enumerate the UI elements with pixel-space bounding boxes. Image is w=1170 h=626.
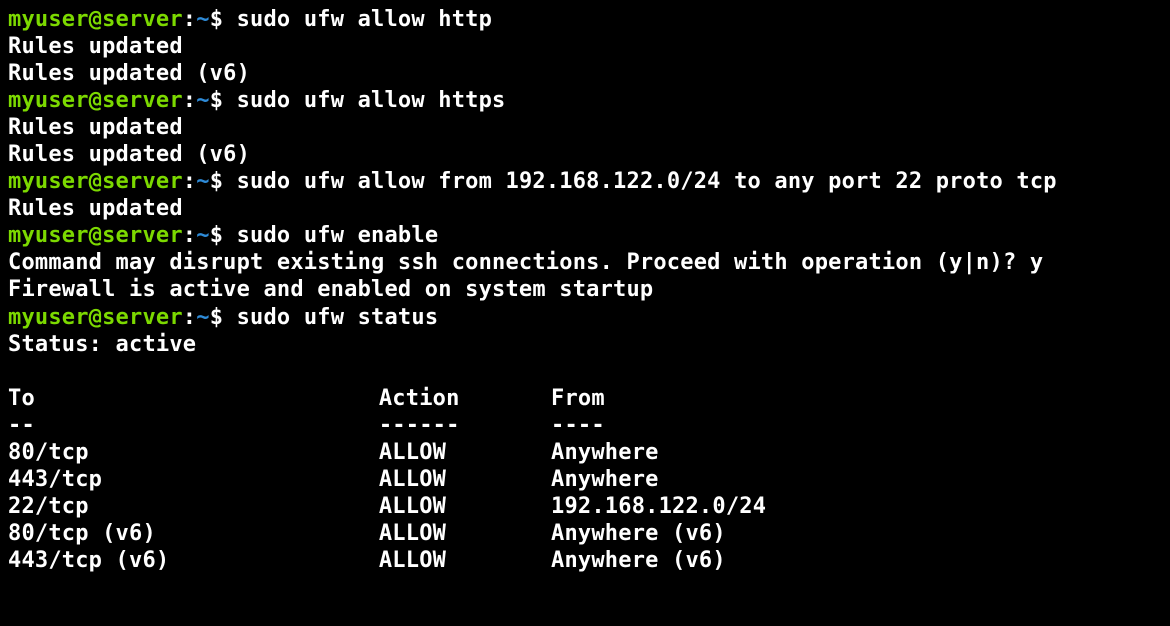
output-line: Command may disrupt existing ssh connect… [8, 249, 1162, 276]
col-from: Anywhere [551, 466, 659, 493]
col-from: Anywhere (v6) [551, 520, 726, 547]
col-action: ------ [379, 412, 551, 439]
output-line: Rules updated [8, 114, 1162, 141]
command-text: sudo ufw allow http [237, 7, 492, 32]
col-to: 80/tcp (v6) [8, 520, 379, 547]
status-table-row: 80/tcp (v6)ALLOWAnywhere (v6) [8, 520, 1162, 547]
output-line: Rules updated [8, 33, 1162, 60]
status-table-header: ToActionFrom [8, 385, 1162, 412]
prompt-sigil: $ [210, 169, 237, 194]
col-from: Anywhere (v6) [551, 547, 726, 574]
col-to: To [8, 385, 379, 412]
prompt-line: myuser@server:~$ sudo ufw enable [8, 222, 1162, 249]
status-table-row: 80/tcpALLOWAnywhere [8, 439, 1162, 466]
prompt-path: ~ [196, 7, 209, 32]
prompt-user-host: myuser@server [8, 169, 183, 194]
command-text: sudo ufw allow from 192.168.122.0/24 to … [237, 169, 1057, 194]
prompt-sigil: $ [210, 7, 237, 32]
col-action: ALLOW [379, 466, 551, 493]
status-table-row: 443/tcp (v6)ALLOWAnywhere (v6) [8, 547, 1162, 574]
command-text: sudo ufw allow https [237, 88, 506, 113]
status-table-row: 22/tcpALLOW192.168.122.0/24 [8, 493, 1162, 520]
prompt-colon: : [183, 169, 196, 194]
col-to: 80/tcp [8, 439, 379, 466]
col-to: -- [8, 412, 379, 439]
prompt-colon: : [183, 88, 196, 113]
command-text: sudo ufw enable [237, 223, 439, 248]
prompt-colon: : [183, 305, 196, 330]
col-action: ALLOW [379, 547, 551, 574]
prompt-line: myuser@server:~$ sudo ufw status [8, 304, 1162, 331]
prompt-colon: : [183, 223, 196, 248]
col-to: 22/tcp [8, 493, 379, 520]
prompt-sigil: $ [210, 223, 237, 248]
output-line: Status: active [8, 331, 1162, 358]
status-table-row: 443/tcpALLOWAnywhere [8, 466, 1162, 493]
prompt-line: myuser@server:~$ sudo ufw allow http [8, 6, 1162, 33]
prompt-path: ~ [196, 305, 209, 330]
col-to: 443/tcp (v6) [8, 547, 379, 574]
output-line: Firewall is active and enabled on system… [8, 276, 1162, 303]
col-from: 192.168.122.0/24 [551, 493, 766, 520]
prompt-sigil: $ [210, 305, 237, 330]
prompt-path: ~ [196, 88, 209, 113]
prompt-sigil: $ [210, 88, 237, 113]
col-action: ALLOW [379, 493, 551, 520]
prompt-user-host: myuser@server [8, 223, 183, 248]
prompt-user-host: myuser@server [8, 7, 183, 32]
output-line [8, 358, 1162, 385]
terminal-output[interactable]: myuser@server:~$ sudo ufw allow httpRule… [0, 0, 1170, 580]
col-from: Anywhere [551, 439, 659, 466]
output-line: Rules updated (v6) [8, 60, 1162, 87]
prompt-line: myuser@server:~$ sudo ufw allow https [8, 87, 1162, 114]
col-action: ALLOW [379, 439, 551, 466]
col-action: Action [379, 385, 551, 412]
prompt-user-host: myuser@server [8, 88, 183, 113]
prompt-path: ~ [196, 169, 209, 194]
prompt-colon: : [183, 7, 196, 32]
prompt-line: myuser@server:~$ sudo ufw allow from 192… [8, 168, 1162, 195]
prompt-path: ~ [196, 223, 209, 248]
col-from: From [551, 385, 605, 412]
status-table-separator: ------------ [8, 412, 1162, 439]
prompt-user-host: myuser@server [8, 305, 183, 330]
col-action: ALLOW [379, 520, 551, 547]
col-from: ---- [551, 412, 605, 439]
col-to: 443/tcp [8, 466, 379, 493]
output-line: Rules updated [8, 195, 1162, 222]
command-text: sudo ufw status [237, 305, 439, 330]
output-line: Rules updated (v6) [8, 141, 1162, 168]
